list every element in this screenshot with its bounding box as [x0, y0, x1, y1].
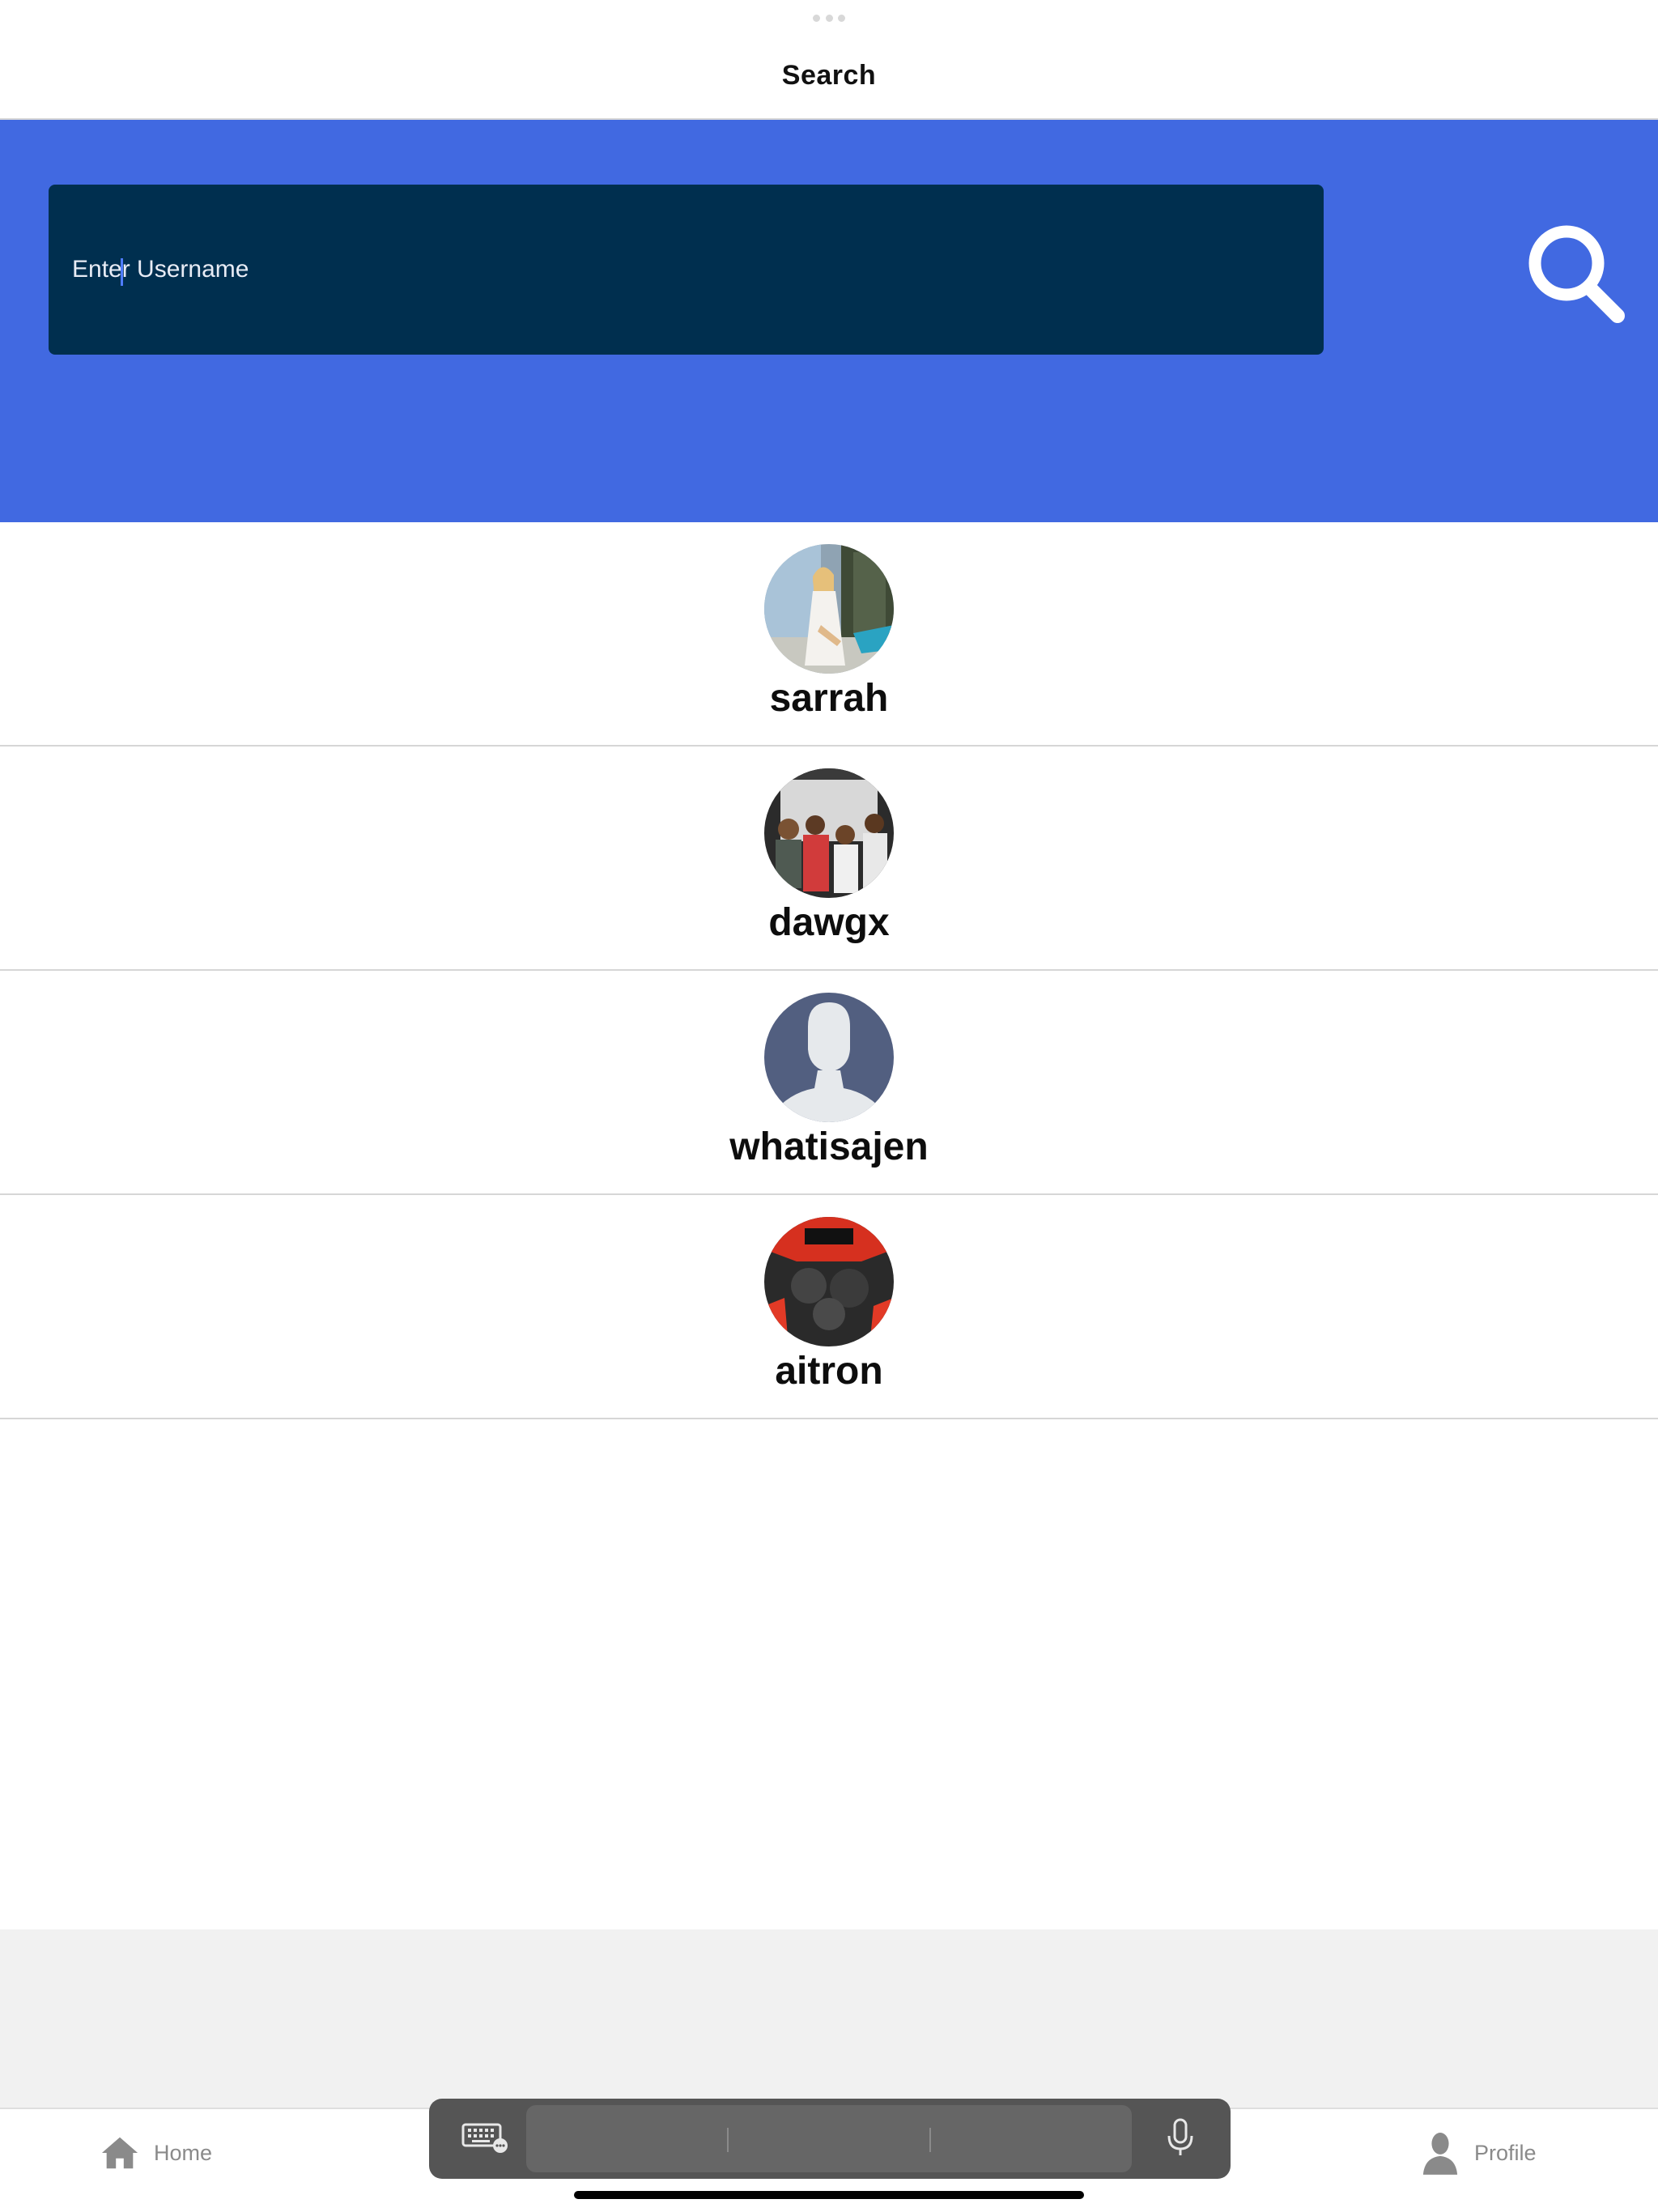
home-icon: [101, 2137, 138, 2169]
text-caret: [121, 258, 123, 286]
search-button[interactable]: [1522, 221, 1627, 326]
username-label: whatisajen: [729, 1125, 929, 1168]
keyboard-shortcut-bar: [429, 2099, 1231, 2179]
page-title: Search: [781, 60, 877, 91]
search-screen: Search Enter Username sarrah dawgx whati…: [0, 0, 1658, 2212]
tab-profile-label: Profile: [1474, 2140, 1537, 2165]
suggestion-divider: [727, 2128, 729, 2152]
username-label: aitron: [775, 1350, 883, 1393]
avatar: [764, 993, 894, 1122]
tab-profile[interactable]: Profile: [1421, 2130, 1537, 2176]
microphone-icon[interactable]: [1164, 2118, 1197, 2159]
keyboard-suggestion-bar[interactable]: [526, 2105, 1132, 2172]
avatar: [764, 768, 894, 898]
avatar: [764, 1217, 894, 1346]
username-label: sarrah: [769, 677, 889, 720]
tab-home-label: Home: [154, 2140, 213, 2165]
navigation-header: Search: [0, 0, 1658, 120]
search-icon: [1528, 225, 1625, 323]
suggestion-divider: [929, 2128, 931, 2152]
window-grabber[interactable]: [813, 15, 845, 23]
user-result-row[interactable]: sarrah: [0, 522, 1658, 747]
username-label: dawgx: [768, 901, 890, 944]
user-result-row[interactable]: whatisajen: [0, 971, 1658, 1195]
tab-home[interactable]: Home: [100, 2130, 212, 2176]
profile-icon: [1422, 2133, 1458, 2175]
avatar: [764, 544, 894, 674]
username-search-input[interactable]: [49, 185, 1324, 355]
content-background: [0, 1929, 1658, 2108]
user-result-row[interactable]: dawgx: [0, 747, 1658, 971]
search-field-container: [49, 185, 1324, 355]
user-results-list: sarrah dawgx whatisajen aitron: [0, 522, 1658, 1419]
default-person-icon: [764, 993, 894, 1122]
keyboard-icon[interactable]: [461, 2121, 510, 2154]
user-result-row[interactable]: aitron: [0, 1195, 1658, 1419]
search-banner: [0, 120, 1658, 522]
home-indicator[interactable]: [574, 2191, 1084, 2199]
